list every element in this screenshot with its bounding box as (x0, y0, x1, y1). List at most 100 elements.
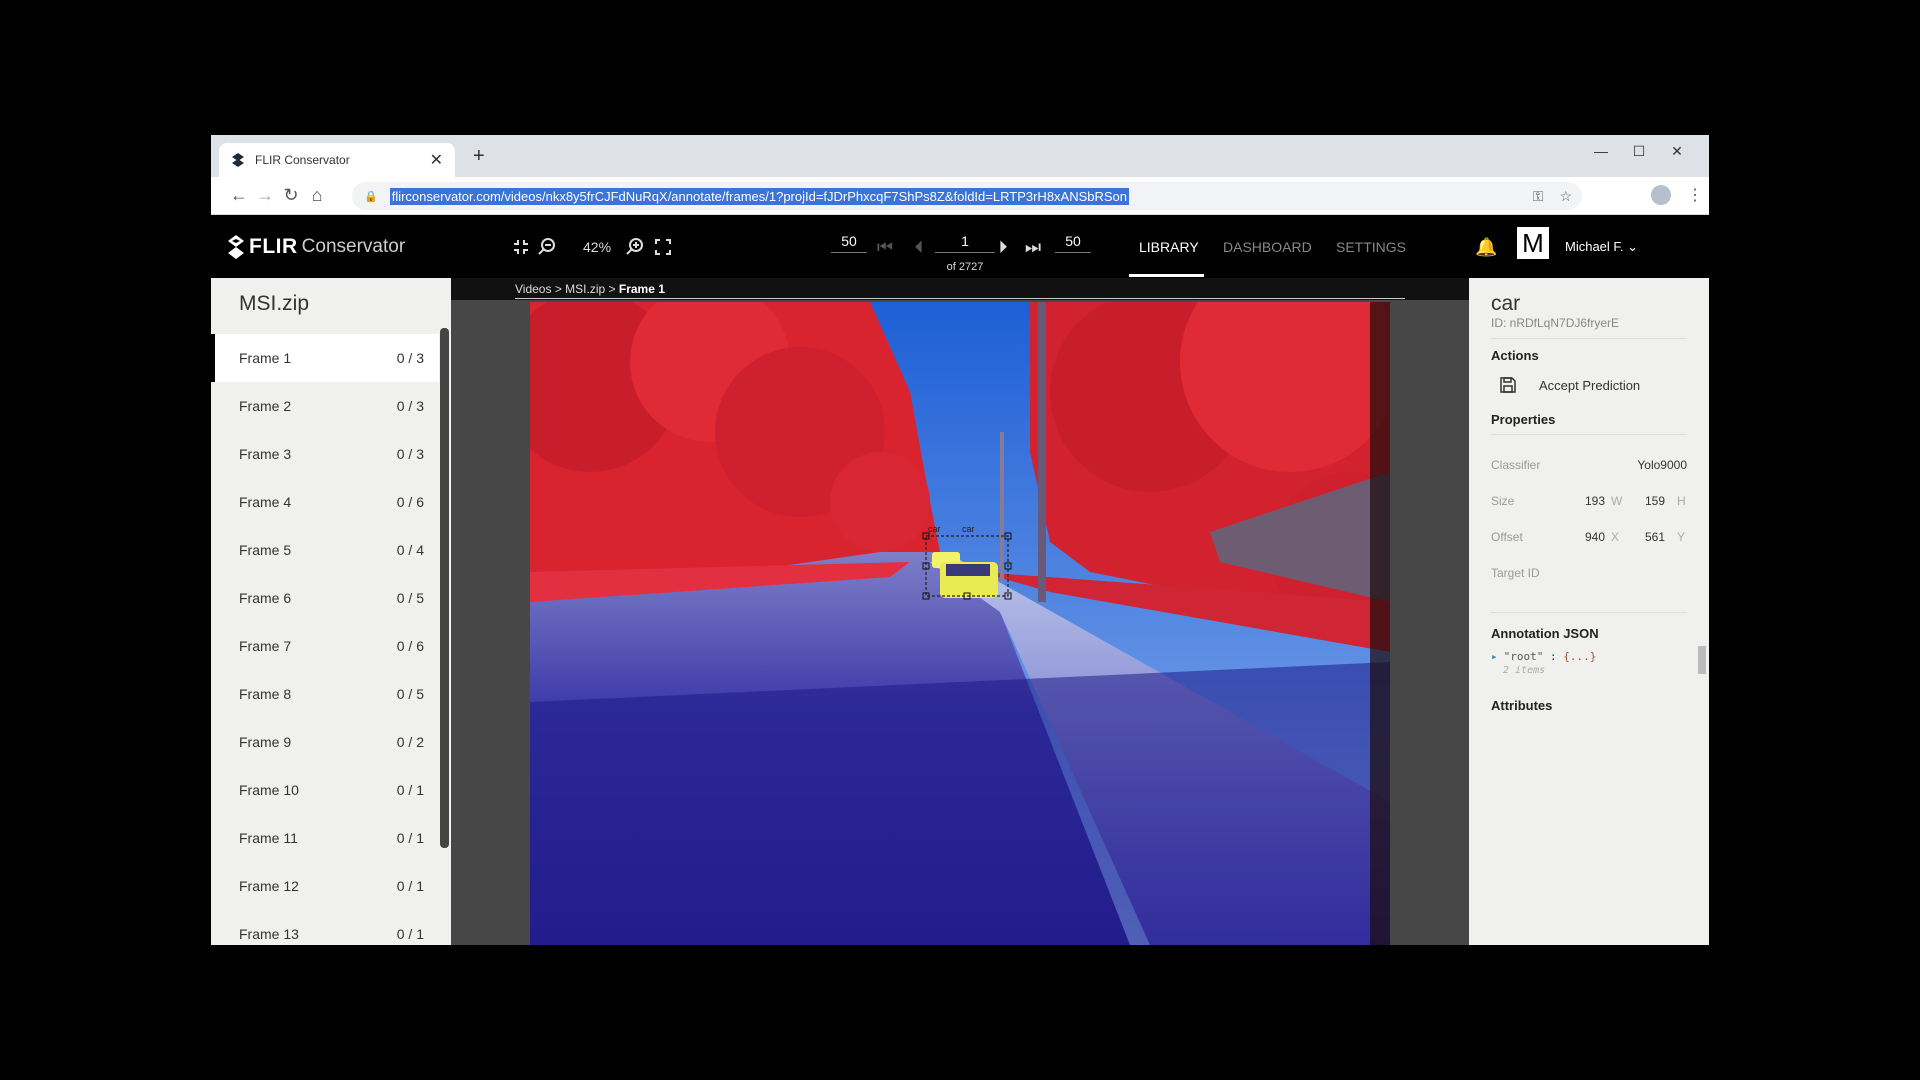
nav-dashboard[interactable]: DASHBOARD (1223, 239, 1312, 255)
close-tab-icon[interactable]: ✕ (430, 150, 443, 170)
step-forward-input[interactable]: 50 (1055, 233, 1091, 253)
class-name: car (1491, 292, 1521, 315)
minimize-icon[interactable]: — (1591, 143, 1611, 159)
frame-count: 0 / 2 (396, 734, 424, 750)
frame-count: 0 / 6 (396, 494, 424, 510)
frame-label: Frame 11 (239, 830, 298, 846)
frame-list-item[interactable]: Frame 13 0 / 1 (211, 910, 439, 945)
annotation-json-heading: Annotation JSON (1491, 626, 1599, 641)
logo-conservator-text: Conservator (301, 236, 406, 257)
notification-bell-icon[interactable]: 🔔 (1475, 237, 1497, 258)
browser-menu-icon[interactable]: ⋮ (1687, 185, 1703, 205)
user-menu[interactable]: Michael F. ⌄ (1565, 239, 1638, 255)
frame-list-item[interactable]: Frame 4 0 / 6 (211, 478, 439, 526)
size-label: Size (1491, 494, 1515, 508)
nav-library[interactable]: LIBRARY (1139, 239, 1199, 255)
frame-count: 0 / 4 (396, 542, 424, 558)
bookmark-star-icon[interactable]: ☆ (1559, 188, 1572, 205)
frame-total: of 2727 (946, 261, 984, 273)
browser-tab[interactable]: FLIR Conservator ✕ (219, 143, 455, 177)
frame-label: Frame 4 (239, 494, 292, 510)
frame-label: Frame 1 (239, 350, 292, 366)
address-bar[interactable]: 🔒 flirconservator.com/videos/nkx8y5frCJF… (352, 182, 1582, 210)
target-id-label: Target ID (1491, 566, 1540, 580)
fit-to-screen-icon[interactable] (509, 235, 533, 259)
infrared-street-scene: car car (530, 302, 1390, 945)
json-colon: : (1550, 650, 1557, 663)
frame-label: Frame 2 (239, 398, 292, 414)
prev-frame-icon[interactable]: ⏴ (907, 235, 931, 259)
user-avatar[interactable]: M (1517, 227, 1549, 259)
size-height-unit: H (1677, 494, 1686, 508)
size-width: 193 (1584, 494, 1605, 508)
tab-bar: FLIR Conservator ✕ + — ☐ ✕ (211, 135, 1709, 177)
frame-list-item[interactable]: Frame 10 0 / 1 (211, 766, 439, 814)
frame-list-item[interactable]: Frame 6 0 / 5 (211, 574, 439, 622)
breadcrumb-divider (515, 298, 1405, 299)
divider (1491, 612, 1687, 613)
new-tab-icon[interactable]: + (473, 145, 485, 168)
flir-logo-icon (228, 235, 244, 259)
sidebar-scrollbar[interactable] (440, 328, 449, 848)
frame-label: Frame 8 (239, 686, 292, 702)
key-icon[interactable]: ⚿ (1533, 188, 1544, 205)
breadcrumb-videos[interactable]: Videos (515, 282, 551, 296)
frame-image[interactable]: car car (530, 302, 1390, 945)
skip-back-icon[interactable]: ⏮ (873, 235, 897, 259)
close-window-icon[interactable]: ✕ (1667, 143, 1687, 160)
frame-label: Frame 13 (239, 926, 299, 942)
frame-list-item[interactable]: Frame 1 0 / 3 (211, 334, 439, 382)
frame-list-item[interactable]: Frame 8 0 / 5 (211, 670, 439, 718)
json-root-node[interactable]: ▸ "root" : {...} (1491, 650, 1596, 663)
logo-flir-text: FLIR (249, 235, 298, 258)
frame-list: Frame 1 0 / 3 Frame 2 0 / 3 Frame 3 0 / 3 F… (211, 334, 439, 945)
annotation-id: ID: nRDfLqN7DJ6fryerE (1491, 316, 1620, 330)
frame-list-item[interactable]: Frame 3 0 / 3 (211, 430, 439, 478)
skip-forward-icon[interactable]: ⏭ (1021, 235, 1045, 259)
divider (1491, 338, 1687, 339)
step-back-input[interactable]: 50 (831, 233, 867, 253)
breadcrumb-current: Frame 1 (618, 282, 665, 296)
frame-list-item[interactable]: Frame 2 0 / 3 (211, 382, 439, 430)
home-icon[interactable]: ⌂ (307, 185, 327, 205)
accept-prediction-label: Accept Prediction (1539, 377, 1641, 393)
frame-count: 0 / 6 (396, 638, 424, 654)
zoom-in-icon[interactable] (623, 235, 647, 259)
fullscreen-icon[interactable] (651, 235, 675, 259)
panel-scrollbar[interactable] (1698, 646, 1706, 674)
frame-list-item[interactable]: Frame 9 0 / 2 (211, 718, 439, 766)
frame-count: 0 / 3 (396, 398, 424, 414)
frame-list-item[interactable]: Frame 12 0 / 1 (211, 862, 439, 910)
browser-toolbar: ← → ↻ ⌂ 🔒 flirconservator.com/videos/nkx… (211, 177, 1709, 215)
frame-list-item[interactable]: Frame 5 0 / 4 (211, 526, 439, 574)
reload-icon[interactable]: ↻ (281, 185, 301, 205)
next-frame-icon[interactable]: ⏵ (991, 235, 1015, 259)
offset-y-unit: Y (1677, 530, 1686, 544)
breadcrumb-folder[interactable]: MSI.zip (565, 282, 605, 296)
frame-list-item[interactable]: Frame 7 0 / 6 (211, 622, 439, 670)
json-value: {...} (1563, 650, 1597, 663)
tab-title: FLIR Conservator (255, 153, 350, 167)
frame-number-input[interactable]: 1 (935, 233, 995, 253)
frame-label: Frame 12 (239, 878, 299, 894)
flir-logo[interactable]: FLIR Conservator (227, 235, 405, 259)
user-name: Michael F. (1565, 239, 1624, 254)
maximize-icon[interactable]: ☐ (1629, 143, 1649, 160)
nav-settings[interactable]: SETTINGS (1336, 239, 1406, 255)
lock-icon: 🔒 (364, 190, 378, 203)
frame-count: 0 / 1 (396, 830, 424, 846)
forward-icon[interactable]: → (255, 185, 275, 205)
json-item-count: 2 items (1503, 665, 1546, 676)
annotation-label-top: car (928, 524, 941, 534)
frame-list-item[interactable]: Frame 11 0 / 1 (211, 814, 439, 862)
expand-triangle-icon[interactable]: ▸ (1491, 650, 1498, 663)
zoom-out-icon[interactable] (535, 235, 559, 259)
profile-avatar-icon[interactable] (1651, 185, 1671, 205)
breadcrumb: Videos > MSI.zip > Frame 1 (515, 282, 665, 296)
frame-count: 0 / 5 (396, 686, 424, 702)
frame-count: 0 / 5 (396, 590, 424, 606)
frame-label: Frame 7 (239, 638, 292, 654)
accept-prediction-button[interactable]: Accept Prediction (1491, 372, 1687, 398)
back-icon[interactable]: ← (229, 185, 249, 205)
flir-favicon-icon (232, 153, 244, 167)
